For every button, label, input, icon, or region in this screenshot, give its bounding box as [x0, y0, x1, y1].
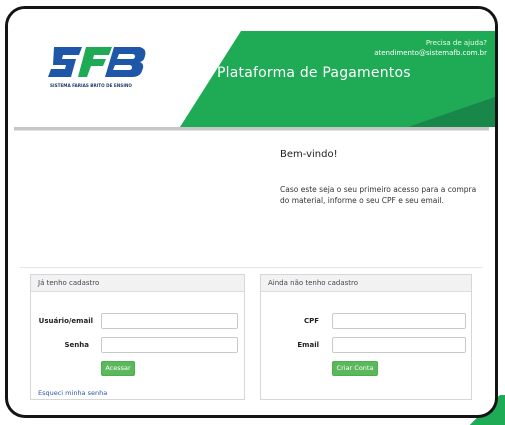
- username-row: Usuário/email: [31, 313, 244, 329]
- email-input[interactable]: [332, 337, 466, 353]
- login-panel-heading: Já tenho cadastro: [31, 275, 244, 292]
- header-divider-light: [14, 130, 489, 131]
- username-input[interactable]: [101, 313, 238, 329]
- password-input[interactable]: [101, 337, 238, 353]
- welcome-title: Bem-vindo!: [280, 149, 338, 160]
- email-row: Email: [261, 337, 471, 353]
- page-title: Plataforma de Pagamentos: [217, 65, 411, 81]
- password-label: Senha: [64, 341, 89, 349]
- email-label: Email: [297, 341, 319, 349]
- screen-frame: SISTEMA FARIAS BRITO DE ENSINO Precisa d…: [5, 6, 498, 418]
- forgot-password-link[interactable]: Esqueci minha senha: [38, 389, 107, 397]
- welcome-text: Caso este seja o seu primeiro acesso par…: [280, 185, 477, 205]
- site-header: SISTEMA FARIAS BRITO DE ENSINO Precisa d…: [8, 9, 495, 127]
- sfb-logo-icon: SISTEMA FARIAS BRITO DE ENSINO: [48, 47, 146, 88]
- create-account-button[interactable]: Criar Conta: [332, 361, 378, 376]
- section-divider: [20, 267, 483, 268]
- username-label: Usuário/email: [38, 317, 93, 325]
- register-panel: Ainda não tenho cadastro CPF Email Criar…: [260, 274, 472, 400]
- login-panel: Já tenho cadastro Usuário/email Senha Ac…: [30, 274, 245, 400]
- cpf-input[interactable]: [332, 313, 466, 329]
- cpf-label: CPF: [303, 317, 319, 325]
- password-row: Senha: [31, 337, 244, 353]
- login-button[interactable]: Acessar: [101, 361, 135, 376]
- help-question: Precisa de ajuda?: [425, 39, 487, 47]
- logo-tagline: SISTEMA FARIAS BRITO DE ENSINO: [50, 83, 132, 88]
- cpf-row: CPF: [261, 313, 471, 329]
- register-panel-heading: Ainda não tenho cadastro: [261, 275, 471, 292]
- help-email-link[interactable]: atendimento@sistemafb.com.br: [374, 49, 487, 57]
